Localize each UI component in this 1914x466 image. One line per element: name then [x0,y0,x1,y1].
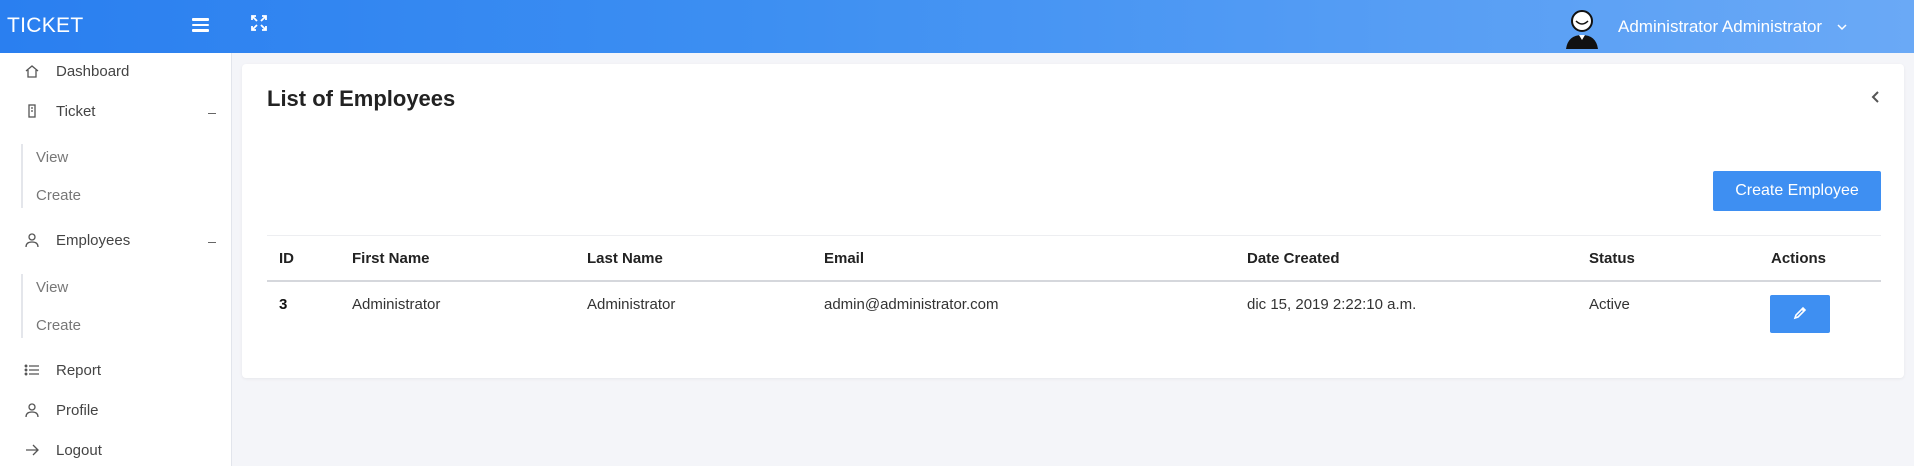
ticket-submenu-line [21,144,23,208]
sidebar-item-label: Report [56,361,102,379]
column-header-status[interactable]: Status [1589,250,1635,267]
user-icon [25,233,39,248]
sidebar-item-logout[interactable]: Logout [0,432,231,466]
cell-status: Active [1589,296,1630,313]
chevron-down-icon [1837,24,1847,31]
collapse-minus-icon [208,113,216,114]
hamburger-icon[interactable] [192,18,209,32]
brand-logo[interactable]: TICKET [7,14,83,38]
sidebar-item-label: Dashboard [56,62,130,80]
cell-first-name: Administrator [352,296,441,313]
sidebar-item-label: Employees [56,231,131,249]
sidebar-item-report[interactable]: Report [0,352,231,388]
chevron-left-icon[interactable] [1870,90,1882,104]
table-header: ID First Name Last Name Email Date Creat… [267,235,1881,282]
expand-icon[interactable] [250,14,268,32]
column-header-id[interactable]: ID [279,250,294,267]
user-avatar-icon [1566,10,1598,49]
sidebar-subitem-ticket-create[interactable]: Create [36,187,81,204]
sidebar-item-label: Logout [56,441,102,459]
sidebar-subitem-employees-create[interactable]: Create [36,317,81,334]
column-header-actions: Actions [1771,250,1827,267]
list-icon [24,364,39,376]
edit-button[interactable] [1770,295,1830,333]
sidebar-item-label: Profile [56,401,99,419]
cell-date-created: dic 15, 2019 2:22:10 a.m. [1247,296,1417,313]
column-header-email[interactable]: Email [824,250,864,267]
table-row: 3 Administrator Administrator admin@admi… [267,282,1881,342]
employees-submenu-line [21,274,23,338]
employees-card: List of Employees Create Employee ID Fir… [242,64,1904,378]
create-employee-button[interactable]: Create Employee [1713,171,1881,211]
sidebar-subitem-ticket-view[interactable]: View [36,149,68,166]
column-header-first-name[interactable]: First Name [352,250,430,267]
cell-last-name: Administrator [587,296,676,313]
sidebar: Dashboard Ticket View Create Employees V… [0,53,232,466]
arrow-right-icon [26,444,39,456]
user-icon [25,403,39,418]
collapse-minus-icon [208,242,216,243]
user-name: Administrator Administrator [1618,17,1823,36]
sidebar-item-employees[interactable]: Employees [0,222,231,258]
sidebar-item-label: Ticket [56,102,96,120]
ticket-icon [28,104,36,118]
cell-email: admin@administrator.com [824,296,999,313]
column-header-date-created[interactable]: Date Created [1247,250,1340,267]
page-title: List of Employees [267,86,456,111]
sidebar-item-ticket[interactable]: Ticket [0,93,231,129]
pencil-icon [1793,306,1807,319]
column-header-last-name[interactable]: Last Name [587,250,663,267]
sidebar-item-profile[interactable]: Profile [0,392,231,428]
user-menu[interactable]: Administrator Administrator [1560,4,1848,50]
home-icon [25,65,39,78]
cell-id: 3 [279,296,288,313]
sidebar-subitem-employees-view[interactable]: View [36,279,68,296]
top-bar: TICKET Administrator Administrator [0,0,1914,53]
sidebar-item-dashboard[interactable]: Dashboard [0,53,231,89]
